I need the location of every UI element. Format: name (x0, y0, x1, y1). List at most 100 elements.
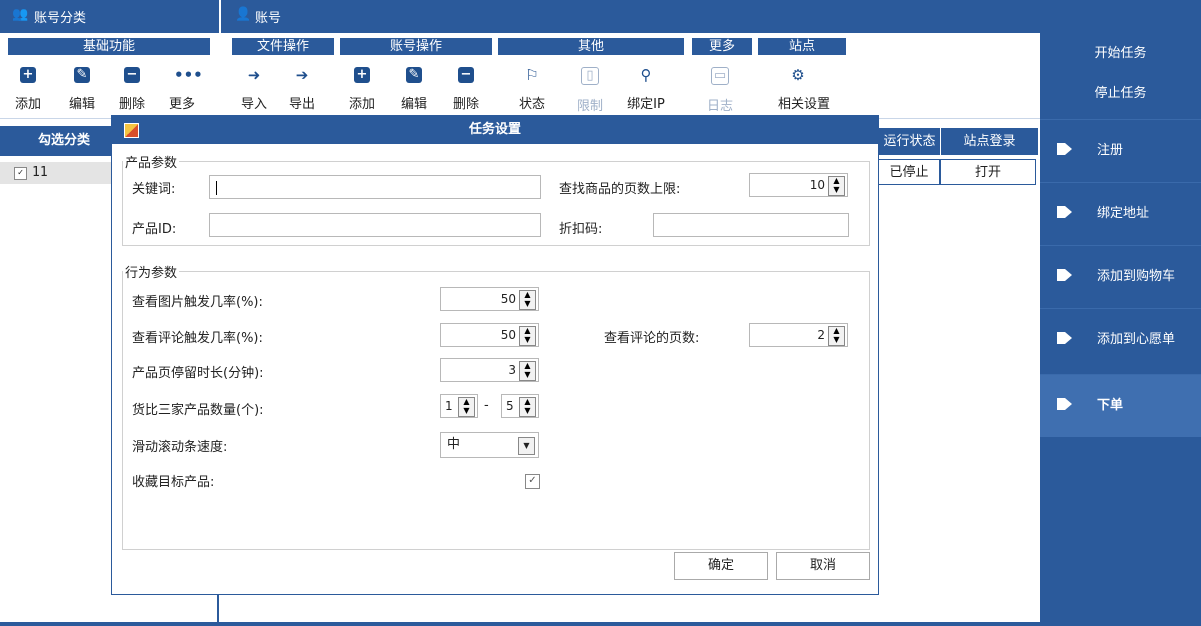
users-icon: 👥 (12, 7, 29, 22)
group-other-title: 其他 (498, 38, 684, 55)
group-more-title: 更多 (692, 38, 752, 55)
ellipsis-icon: ••• (174, 66, 203, 84)
spinner-arrows-icon[interactable]: ▲ ▼ (458, 397, 475, 417)
discount-code-label: 折扣码: (559, 222, 603, 237)
task-item-label: 绑定地址 (1097, 206, 1150, 221)
tag-icon (1057, 206, 1072, 218)
scroll-speed-label: 滑动滚动条速度: (132, 440, 228, 455)
behavior-params-legend: 行为参数 (125, 266, 178, 281)
account-category-title: 账号分类 (34, 11, 87, 26)
task-settings-dialog: 任务设置 产品参数 关键词: 查找商品的页数上限: 10 ▲ ▼ 产品ID: 折扣码… (111, 115, 879, 595)
product-id-input[interactable] (209, 213, 541, 237)
review-pages-label: 查看评论的页数: (604, 331, 700, 346)
stay-duration-label: 产品页停留时长(分钟): (132, 366, 264, 381)
favorite-label: 收藏目标产品: (132, 475, 215, 490)
edit-category-button[interactable]: ✎ 编辑 (62, 63, 102, 115)
task-item-label: 添加到购物车 (1097, 269, 1176, 284)
column-header-run-status[interactable]: 运行状态 (878, 128, 940, 155)
map-marker-icon: ⚲ (640, 66, 652, 84)
group-site-title: 站点 (758, 38, 846, 55)
edit-account-button[interactable]: ✎ 编辑 (394, 63, 434, 115)
minus-icon: − (458, 67, 474, 83)
delete-category-button[interactable]: − 删除 (112, 63, 152, 115)
compare-range-separator: - (484, 398, 489, 413)
task-item-label: 添加到心愿单 (1097, 332, 1176, 347)
account-title: 账号 (255, 11, 282, 26)
stay-duration-spinner[interactable]: 3 ▲ ▼ (440, 358, 539, 382)
user-icon: 👤 (235, 7, 252, 22)
task-item-label: 下单 (1097, 398, 1124, 413)
chevron-down-icon: ▼ (518, 437, 535, 455)
bind-ip-button[interactable]: ⚲ 绑定IP (626, 63, 666, 115)
log-button[interactable]: ▭ 日志 (700, 63, 740, 115)
task-item-register[interactable]: 注册 (1040, 119, 1201, 182)
category-label: 11 (32, 165, 48, 180)
image-prob-label: 查看图片触发几率(%): (132, 295, 263, 310)
tag-icon (1057, 269, 1072, 281)
spinner-arrows-icon[interactable]: ▲ ▼ (519, 326, 536, 346)
app-icon (124, 123, 139, 138)
site-settings-button[interactable]: ⚙ 相关设置 (778, 63, 830, 115)
spinner-arrows-icon[interactable]: ▲ ▼ (519, 397, 536, 417)
stop-task-button[interactable]: 停止任务 (1040, 75, 1201, 113)
task-item-place-order[interactable]: 下单 (1040, 374, 1201, 437)
scroll-speed-select[interactable]: 中 ▼ (440, 432, 539, 458)
status-dropdown-button[interactable]: ⚐ 状态 (512, 63, 552, 115)
review-prob-spinner[interactable]: 50 ▲ ▼ (440, 323, 539, 347)
ribbon-toolbar: 基础功能 + 添加 ✎ 编辑 − 删除 ••• 更多 文件操作 ➜ 导入 ➔ 导出 账号操作… (0, 33, 1040, 119)
spinner-arrows-icon[interactable]: ▲ ▼ (828, 326, 845, 346)
tag-icon (1057, 143, 1072, 155)
cancel-button[interactable]: 取消 (776, 552, 870, 580)
top-bar: 👥 账号分类 👤 账号 (0, 0, 1201, 33)
keyword-label: 关键词: (132, 182, 176, 197)
column-header-site-login[interactable]: 站点登录 (940, 128, 1038, 155)
compare-max-spinner[interactable]: 5 ▲ ▼ (501, 394, 539, 418)
limit-button[interactable]: ▯ 限制 (570, 63, 610, 115)
favorite-checkbox[interactable]: ✓ (525, 474, 540, 489)
shield-icon: ▯ (581, 67, 599, 85)
spinner-arrows-icon[interactable]: ▲ ▼ (828, 176, 845, 196)
sign-in-icon: ➜ (247, 66, 261, 84)
image-prob-spinner[interactable]: 50 ▲ ▼ (440, 287, 539, 311)
product-id-label: 产品ID: (132, 222, 177, 237)
add-account-button[interactable]: + 添加 (342, 63, 382, 115)
start-task-button[interactable]: 开始任务 (1040, 35, 1201, 73)
task-item-add-to-wishlist[interactable]: 添加到心愿单 (1040, 308, 1201, 371)
sign-out-icon: ➔ (295, 66, 309, 84)
pencil-icon: ✎ (74, 67, 90, 83)
review-pages-spinner[interactable]: 2 ▲ ▼ (749, 323, 848, 347)
export-button[interactable]: ➔ 导出 (282, 63, 322, 115)
task-item-label: 注册 (1097, 143, 1124, 158)
import-button[interactable]: ➜ 导入 (234, 63, 274, 115)
max-pages-spinner[interactable]: 10 ▲ ▼ (749, 173, 848, 197)
minus-icon: − (124, 67, 140, 83)
flag-icon: ⚐ (525, 66, 539, 84)
dialog-title-bar: 任务设置 (112, 116, 878, 144)
dialog-title: 任务设置 (468, 122, 521, 137)
compare-min-spinner[interactable]: 1 ▲ ▼ (440, 394, 478, 418)
group-basic-title: 基础功能 (8, 38, 210, 55)
plus-icon: + (354, 67, 370, 83)
spinner-arrows-icon[interactable]: ▲ ▼ (519, 290, 536, 310)
task-item-add-to-cart[interactable]: 添加到购物车 (1040, 245, 1201, 308)
ok-button[interactable]: 确定 (674, 552, 768, 580)
pencil-icon: ✎ (406, 67, 422, 83)
spinner-arrows-icon[interactable]: ▲ ▼ (519, 361, 536, 381)
keyword-input[interactable] (209, 175, 541, 199)
discount-code-input[interactable] (653, 213, 849, 237)
site-login-cell[interactable]: 打开 (940, 159, 1036, 185)
add-category-button[interactable]: + 添加 (8, 63, 48, 115)
plus-icon: + (20, 67, 36, 83)
tag-icon (1057, 398, 1072, 410)
bottom-status-line (0, 622, 1201, 626)
task-sidebar: 开始任务 停止任务 注册 绑定地址 添加到购物车 添加到心愿单 下单 (1040, 33, 1201, 626)
delete-account-button[interactable]: − 删除 (446, 63, 486, 115)
more-button[interactable]: ••• 更多 (162, 63, 203, 115)
compare-count-label: 货比三家产品数量(个): (132, 403, 264, 418)
run-status-cell: 已停止 (878, 159, 940, 185)
product-params-legend: 产品参数 (125, 156, 178, 171)
category-checkbox[interactable]: ✓ (14, 167, 27, 180)
task-item-bind-address[interactable]: 绑定地址 (1040, 182, 1201, 245)
topbar-divider (219, 0, 221, 33)
group-account-title: 账号操作 (340, 38, 492, 55)
